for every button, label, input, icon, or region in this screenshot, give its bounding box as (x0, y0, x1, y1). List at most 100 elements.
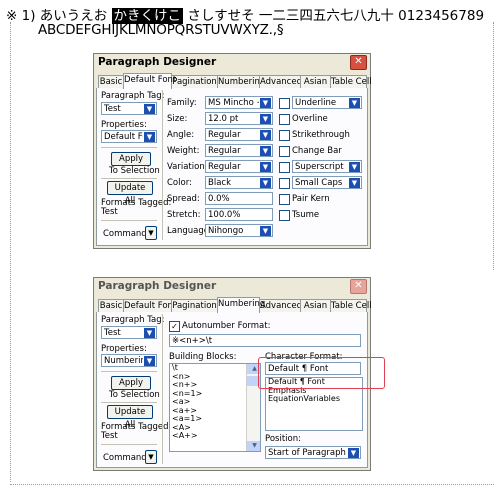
commands-menu-button[interactable]: ▼ (145, 450, 157, 464)
strikethrough-label: Strikethrough (292, 130, 350, 140)
spread-input[interactable]: 0.0% (205, 192, 273, 205)
chevron-down-icon[interactable]: ▼ (259, 161, 272, 172)
paragraph-tag-select[interactable]: Test ▼ (101, 326, 157, 339)
properties-label: Properties: (101, 120, 147, 130)
close-icon[interactable]: ✕ (350, 55, 367, 70)
small-caps-checkbox[interactable] (279, 178, 290, 189)
tab-advanced[interactable]: Advanced (259, 299, 302, 312)
properties-select[interactable]: Numbering ▼ (101, 354, 157, 367)
chevron-down-icon[interactable]: ▼ (348, 177, 361, 188)
tab-advanced[interactable]: Advanced (259, 75, 302, 88)
scroll-down-icon[interactable]: ▼ (247, 441, 260, 451)
divider (101, 402, 157, 403)
language-select[interactable]: Nihongo ▼ (205, 224, 273, 237)
tab-numbering[interactable]: Numbering (217, 297, 265, 313)
tab-default-font[interactable]: Default Font (123, 299, 176, 312)
chevron-down-icon[interactable]: ▼ (143, 103, 156, 114)
overline-checkbox[interactable] (279, 114, 290, 125)
angle-select[interactable]: Regular ▼ (205, 128, 273, 141)
tab-basic[interactable]: Basic (98, 299, 124, 312)
paragraph-designer-dialog-default-font: Paragraph Designer ✕ Basic Default Font … (93, 53, 372, 249)
chevron-down-icon[interactable]: ▼ (259, 97, 272, 108)
weight-select[interactable]: Regular ▼ (205, 144, 273, 157)
tab-asian[interactable]: Asian (300, 299, 331, 312)
apply-button[interactable]: Apply (111, 152, 151, 166)
position-value: Start of Paragraph (268, 448, 346, 458)
update-all-button[interactable]: Update All (107, 181, 153, 206)
tab-strip: Basic Default Font Pagination Numbering … (96, 73, 372, 89)
to-selection-label: To Selection (109, 166, 160, 176)
chevron-down-icon[interactable]: ▼ (348, 161, 361, 172)
commands-menu-button[interactable]: ▼ (145, 226, 157, 240)
tab-strip: Basic Default Font Pagination Numbering … (96, 297, 372, 313)
family-label: Family: (167, 98, 197, 108)
close-icon[interactable]: ✕ (350, 279, 367, 294)
chevron-down-icon[interactable]: ▼ (348, 97, 361, 108)
chevron-down-icon[interactable]: ▼ (259, 113, 272, 124)
superscript-select[interactable]: Superscript ▼ (292, 160, 362, 173)
annotation-highlight-box (258, 357, 385, 389)
building-blocks-list[interactable]: \t <n> <n+> <n=1> <a> <a+> <a=1> <A> <A+… (169, 363, 261, 452)
language-value: Nihongo (208, 226, 244, 236)
chevron-down-icon[interactable]: ▼ (259, 129, 272, 140)
small-caps-select[interactable]: Small Caps ▼ (292, 176, 362, 189)
variation-select[interactable]: Regular ▼ (205, 160, 273, 173)
change-bar-checkbox[interactable] (279, 146, 290, 157)
size-select[interactable]: 12.0 pt ▼ (205, 112, 273, 125)
apply-button[interactable]: Apply (111, 376, 151, 390)
angle-value: Regular (208, 130, 241, 140)
autonumber-checkbox[interactable]: ✓ (169, 321, 180, 332)
chevron-down-icon[interactable]: ▼ (347, 447, 360, 458)
tab-numbering[interactable]: Numbering (217, 75, 265, 88)
properties-label: Properties: (101, 344, 147, 354)
chevron-down-icon[interactable]: ▼ (143, 327, 156, 338)
position-select[interactable]: Start of Paragraph ▼ (265, 446, 361, 459)
chevron-down-icon[interactable]: ▼ (259, 225, 272, 236)
variation-value: Regular (208, 162, 241, 172)
superscript-checkbox[interactable] (279, 162, 290, 173)
autonumber-format-input[interactable]: ※<n+>\t (169, 334, 361, 347)
column-divider (162, 90, 163, 240)
color-select[interactable]: Black ▼ (205, 176, 273, 189)
tab-pagination[interactable]: Pagination (171, 299, 218, 312)
chevron-down-icon[interactable]: ▼ (259, 145, 272, 156)
list-item[interactable]: EquationVariables (266, 394, 362, 404)
tab-table-cell[interactable]: Table Cell (330, 299, 372, 312)
paragraph-tag-select[interactable]: Test ▼ (101, 102, 157, 115)
tsume-checkbox[interactable] (279, 210, 290, 221)
divider (101, 371, 157, 372)
tab-asian[interactable]: Asian (300, 75, 331, 88)
formats-tagged-value: Test (101, 431, 118, 441)
chevron-down-icon[interactable]: ▼ (259, 177, 272, 188)
dialog-title: Paragraph Designer (98, 56, 217, 68)
column-divider (162, 314, 163, 464)
update-all-button[interactable]: Update All (107, 405, 153, 430)
tab-default-font[interactable]: Default Font (123, 73, 176, 89)
chevron-down-icon[interactable]: ▼ (143, 131, 156, 142)
dialog-title: Paragraph Designer (98, 280, 217, 292)
autonumber-label: Autonumber Format: (182, 321, 271, 331)
underline-tristate-checkbox[interactable] (279, 98, 290, 109)
variation-label: Variation: (167, 162, 208, 172)
to-selection-label: To Selection (109, 390, 160, 400)
spread-label: Spread: (167, 194, 200, 204)
properties-select[interactable]: Default Font ▼ (101, 130, 157, 143)
tab-basic[interactable]: Basic (98, 75, 124, 88)
stretch-label: Stretch: (167, 210, 201, 220)
header-line-1: ※ 1) あいうえお かきくけこ さしすせそ 一二三四五六七八九十 012345… (6, 4, 484, 24)
tab-panel: Paragraph Tag: Test ▼ Properties: Defaul… (96, 88, 368, 246)
family-select[interactable]: MS Mincho + Aria▼ (205, 96, 273, 109)
frame-right-line (493, 22, 494, 270)
stretch-input[interactable]: 100.0% (205, 208, 273, 221)
tab-panel: Paragraph Tag: Test ▼ Properties: Number… (96, 312, 368, 468)
tab-table-cell[interactable]: Table Cell (330, 75, 372, 88)
strikethrough-checkbox[interactable] (279, 130, 290, 141)
tab-pagination[interactable]: Pagination (171, 75, 218, 88)
angle-label: Angle: (167, 130, 195, 140)
chevron-down-icon[interactable]: ▼ (143, 355, 156, 366)
position-label: Position: (265, 434, 301, 444)
overline-label: Overline (292, 114, 328, 124)
paragraph-tag-value: Test (104, 328, 121, 338)
pair-kern-checkbox[interactable] (279, 194, 290, 205)
underline-select[interactable]: Underline ▼ (292, 96, 362, 109)
